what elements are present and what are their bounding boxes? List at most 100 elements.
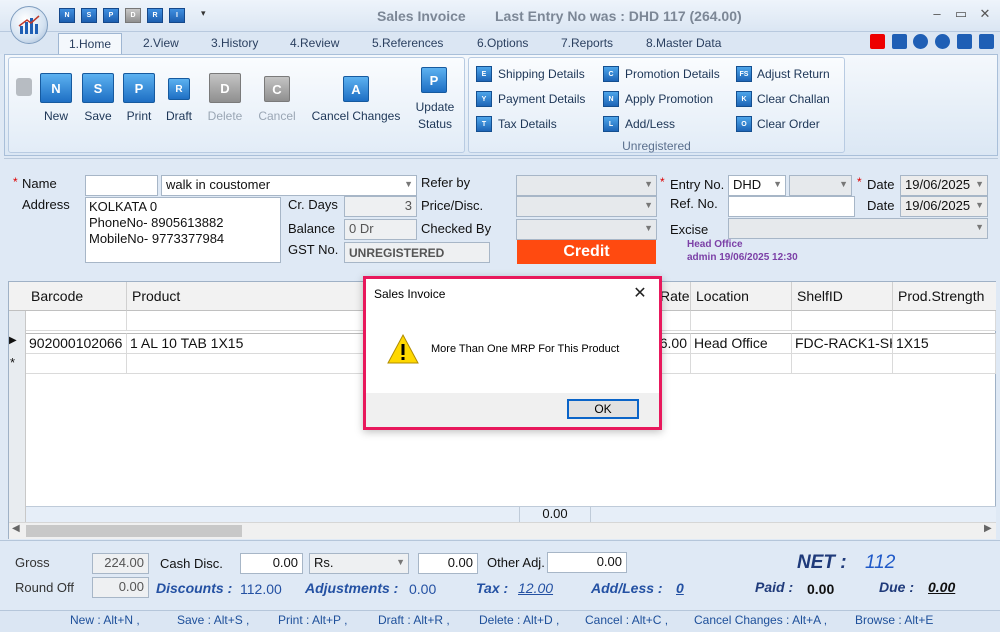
date-value: 19/06/2025: [905, 177, 971, 192]
shortcut-save: Save : Alt+S ,: [177, 613, 250, 627]
maximize-button[interactable]: ▭: [950, 6, 972, 24]
add-less-button[interactable]: Add/Less: [625, 117, 675, 131]
due-value[interactable]: 0.00: [928, 579, 955, 595]
address-line: MobileNo- 9773377984: [89, 231, 225, 246]
column-header-barcode[interactable]: Barcode: [26, 282, 127, 311]
cell-location[interactable]: Head Office: [691, 333, 792, 354]
quick-print-icon[interactable]: P: [103, 8, 119, 23]
cell-empty[interactable]: [691, 354, 792, 374]
tab-home[interactable]: 1.Home: [58, 33, 123, 54]
column-header-shelfid[interactable]: ShelfID: [792, 282, 893, 311]
window-title: Sales Invoice: [377, 8, 466, 24]
cell-barcode[interactable]: 902000102066: [26, 333, 127, 354]
minimize-button[interactable]: –: [926, 6, 948, 24]
name-code-input[interactable]: [85, 175, 158, 196]
new-button[interactable]: N: [40, 73, 72, 103]
add-less-link[interactable]: 0: [676, 580, 684, 596]
filter-cell[interactable]: [792, 311, 893, 331]
customer-combo[interactable]: walk in coustomer ▼: [161, 175, 417, 196]
column-header-prod-strength[interactable]: Prod.Strength: [893, 282, 996, 311]
cell-empty[interactable]: [26, 354, 127, 374]
discounts-label: Discounts :: [156, 580, 233, 596]
filter-cell[interactable]: [26, 311, 127, 331]
ok-button[interactable]: OK: [567, 399, 639, 419]
quick-access-dropdown-icon[interactable]: ▾: [201, 8, 206, 19]
filter-cell[interactable]: [691, 311, 792, 331]
tab-view[interactable]: 2.View: [133, 33, 189, 54]
youtube-icon[interactable]: [870, 34, 885, 49]
cancel-changes-icon: A: [343, 76, 369, 102]
quick-draft-icon[interactable]: R: [147, 8, 163, 23]
cell-empty[interactable]: [792, 354, 893, 374]
tab-master-data[interactable]: 8.Master Data: [636, 33, 731, 54]
other-adj-input[interactable]: 0.00: [547, 552, 627, 573]
quick-delete-icon[interactable]: D: [125, 8, 141, 23]
tax-link[interactable]: 12.00: [518, 580, 553, 596]
column-header-location[interactable]: Location: [691, 282, 792, 311]
delete-button[interactable]: D: [209, 73, 241, 103]
ref-no-input[interactable]: [728, 196, 855, 217]
price-disc-combo[interactable]: ▼: [516, 196, 657, 217]
excise-combo[interactable]: ▼: [728, 218, 988, 239]
quick-save-icon[interactable]: S: [81, 8, 97, 23]
tab-reports[interactable]: 7.Reports: [551, 33, 623, 54]
tab-options[interactable]: 6.Options: [467, 33, 538, 54]
edit-icon[interactable]: [957, 34, 972, 49]
cash-disc-unit-combo[interactable]: Rs. ▼: [309, 553, 409, 574]
image-icon[interactable]: [892, 34, 907, 49]
adjust-return-button[interactable]: Adjust Return: [757, 67, 830, 81]
dialog-title: Sales Invoice: [374, 287, 446, 301]
quick-new-icon[interactable]: N: [59, 8, 75, 23]
adjustments-value: 0.00: [409, 581, 437, 597]
update-status-button[interactable]: P: [421, 67, 447, 93]
cancel-changes-button[interactable]: A: [343, 76, 369, 102]
close-button[interactable]: ✕: [974, 6, 996, 24]
tab-history[interactable]: 3.History: [201, 33, 268, 54]
entry-number-combo[interactable]: ▼: [789, 175, 852, 196]
tax-details-button[interactable]: Tax Details: [498, 117, 557, 131]
checked-by-combo[interactable]: ▼: [516, 219, 657, 240]
cell-shelf[interactable]: FDC-RACK1-SH: [792, 333, 893, 354]
entry-prefix-combo[interactable]: DHD ▼: [728, 175, 786, 196]
chevron-down-icon[interactable]: ▼: [404, 179, 413, 189]
apply-promotion-button[interactable]: Apply Promotion: [625, 92, 713, 106]
clear-order-icon: O: [736, 116, 752, 132]
scroll-left-icon[interactable]: ◀: [12, 523, 20, 534]
refer-by-combo[interactable]: ▼: [516, 175, 657, 196]
print-button[interactable]: P: [123, 73, 155, 103]
draft-button[interactable]: R: [168, 78, 190, 100]
settings-icon[interactable]: [979, 34, 994, 49]
cr-days-input[interactable]: 3: [344, 196, 417, 217]
required-marker: *: [13, 175, 18, 189]
cancel-button[interactable]: C: [264, 76, 290, 102]
cash-disc-amount-input[interactable]: 0.00: [418, 553, 478, 574]
date-picker[interactable]: 19/06/2025 ▼: [900, 175, 988, 196]
cash-disc-input[interactable]: 0.00: [240, 553, 303, 574]
tab-review[interactable]: 4.Review: [280, 33, 349, 54]
promotion-details-button[interactable]: Promotion Details: [625, 67, 720, 81]
forward-icon[interactable]: [935, 34, 950, 49]
dialog-close-button[interactable]: ✕: [630, 283, 650, 303]
quick-info-icon[interactable]: I: [169, 8, 185, 23]
scroll-right-icon[interactable]: ▶: [984, 523, 992, 534]
cell-strength[interactable]: 1X15: [893, 333, 996, 354]
refresh-icon[interactable]: [913, 34, 928, 49]
created-by-label: admin 19/06/2025 12:30: [687, 252, 798, 263]
address-textarea[interactable]: KOLKATA 0 PhoneNo- 8905613882 MobileNo- …: [85, 197, 281, 263]
tab-references[interactable]: 5.References: [362, 33, 453, 54]
app-menu-button[interactable]: [10, 6, 48, 44]
payment-details-button[interactable]: Payment Details: [498, 92, 585, 106]
date-picker[interactable]: 19/06/2025 ▼: [900, 196, 988, 217]
chevron-down-icon: ▼: [396, 557, 405, 567]
required-marker: *: [857, 175, 862, 189]
update-status-icon: P: [421, 67, 447, 93]
clear-challan-button[interactable]: Clear Challan: [757, 92, 830, 106]
entry-no-label: Entry No.: [670, 177, 725, 192]
clear-order-button[interactable]: Clear Order: [757, 117, 820, 131]
filter-cell[interactable]: [893, 311, 996, 331]
cell-empty[interactable]: [893, 354, 996, 374]
scrollbar-thumb[interactable]: [26, 525, 242, 537]
credit-button[interactable]: Credit: [517, 240, 656, 264]
shipping-details-button[interactable]: Shipping Details: [498, 67, 585, 81]
save-button[interactable]: S: [82, 73, 114, 103]
